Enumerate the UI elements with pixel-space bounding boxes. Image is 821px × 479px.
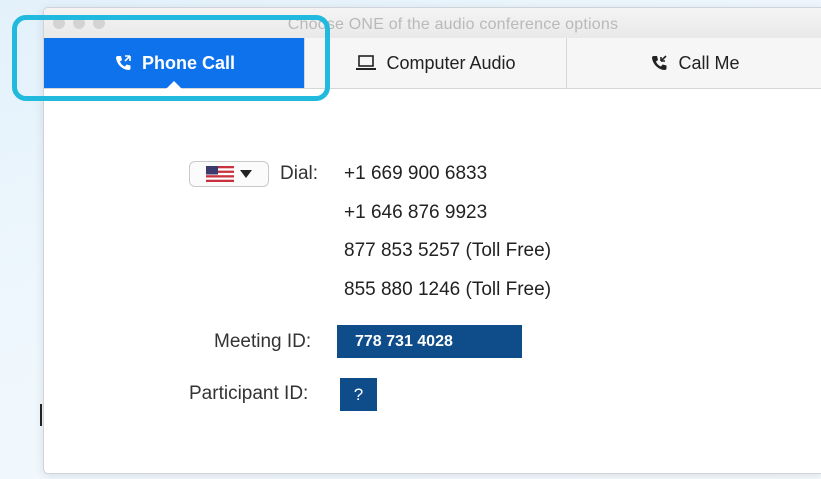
laptop-icon [355,54,377,72]
divider [40,404,42,426]
meeting-id-value: 778 731 4028 [337,325,522,358]
participant-id-label: Participant ID: [189,383,309,404]
tab-computer-audio[interactable]: Computer Audio [305,38,567,88]
dial-number: +1 646 876 9923 [344,202,488,223]
phone-callback-icon [649,53,669,73]
country-select[interactable] [189,161,269,187]
meeting-id-label: Meeting ID: [214,331,312,352]
phone-call-panel: Dial: +1 669 900 6833 +1 646 876 9923 87… [44,88,821,473]
tab-call-me-label: Call Me [678,52,740,73]
dial-number: +1 669 900 6833 [344,163,488,184]
chevron-down-icon [240,170,252,178]
tab-computer-audio-label: Computer Audio [386,52,516,73]
participant-id-value: ? [340,378,377,411]
tab-call-me[interactable]: Call Me [567,38,821,88]
us-flag-icon [206,166,234,182]
dial-number: 855 880 1246 (Toll Free) [344,279,552,300]
phone-call-tab-highlight [12,15,330,101]
dial-number: 877 853 5257 (Toll Free) [344,240,552,261]
dial-label: Dial: [280,163,319,184]
